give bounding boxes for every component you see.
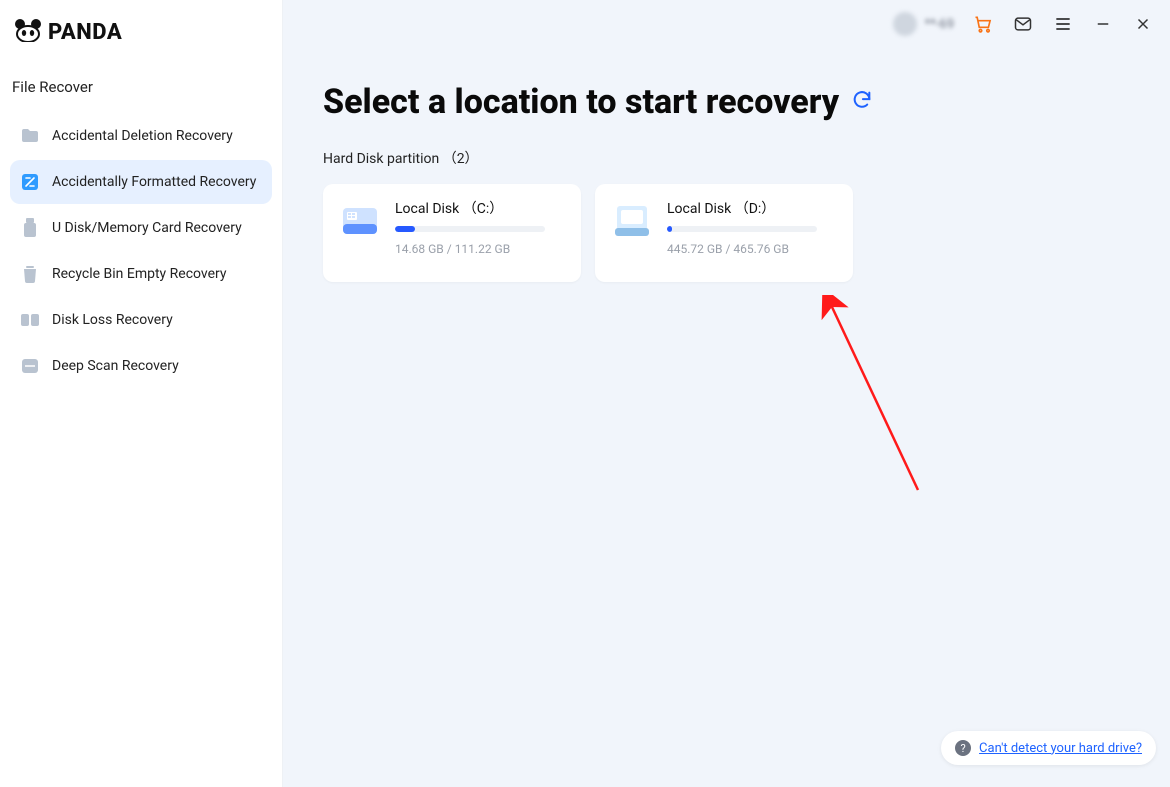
sidebar-item-disk-loss[interactable]: Disk Loss Recovery — [10, 298, 272, 342]
usage-fill — [667, 226, 672, 232]
sidebar-item-usb-recovery[interactable]: U Disk/Memory Card Recovery — [10, 206, 272, 250]
drive-icon — [611, 200, 653, 242]
avatar — [893, 12, 917, 36]
folder-icon — [20, 126, 40, 146]
partition-name: Local Disk （D:） — [667, 198, 837, 218]
sidebar-item-label: Disk Loss Recovery — [52, 312, 173, 328]
mail-icon[interactable] — [1012, 13, 1034, 35]
partition-name: Local Disk （C:） — [395, 198, 565, 218]
scan-icon — [20, 356, 40, 376]
brand-name: PANDA — [48, 20, 122, 45]
sidebar-nav: Accidental Deletion Recovery Accidentall… — [10, 114, 272, 388]
cart-icon[interactable] — [972, 13, 994, 35]
sidebar-item-formatted-recovery[interactable]: Accidentally Formatted Recovery — [10, 160, 272, 204]
sidebar-item-deep-scan[interactable]: Deep Scan Recovery — [10, 344, 272, 388]
help-link[interactable]: Can't detect your hard drive? — [979, 741, 1142, 756]
partition-card-d[interactable]: Local Disk （D:） 445.72 GB / 465.76 GB — [595, 184, 853, 282]
sidebar-item-label: U Disk/Memory Card Recovery — [52, 220, 242, 236]
total-size: 111.22 GB — [455, 242, 511, 256]
format-icon — [20, 172, 40, 192]
sidebar-item-recycle-bin[interactable]: Recycle Bin Empty Recovery — [10, 252, 272, 296]
minimize-button[interactable] — [1092, 13, 1114, 35]
usage-bar — [395, 226, 545, 232]
sidebar-item-label: Recycle Bin Empty Recovery — [52, 266, 227, 282]
usage-bar — [667, 226, 817, 232]
total-size: 465.76 GB — [733, 242, 789, 256]
app-root: PANDA File Recover Accidental Deletion R… — [0, 0, 1170, 787]
trash-icon — [20, 264, 40, 284]
usage-fill — [395, 226, 415, 232]
sidebar-item-accidental-deletion[interactable]: Accidental Deletion Recovery — [10, 114, 272, 158]
sidebar-item-label: Accidental Deletion Recovery — [52, 128, 233, 144]
card-body: Local Disk （D:） 445.72 GB / 465.76 GB — [667, 198, 837, 256]
close-button[interactable] — [1132, 13, 1154, 35]
sidebar-section-title: File Recover — [12, 78, 272, 96]
used-size: 14.68 GB — [395, 242, 444, 256]
sidebar: PANDA File Recover Accidental Deletion R… — [0, 0, 283, 787]
panda-icon — [14, 18, 42, 46]
page-title: Select a location to start recovery — [323, 82, 839, 122]
help-pill[interactable]: ? Can't detect your hard drive? — [941, 731, 1156, 765]
used-size: 445.72 GB — [667, 242, 723, 256]
sidebar-item-label: Accidentally Formatted Recovery — [52, 174, 256, 190]
help-icon: ? — [955, 740, 971, 756]
partition-usage: 445.72 GB / 465.76 GB — [667, 242, 837, 256]
partition-cards: Local Disk （C:） 14.68 GB / 111.22 GB — [323, 184, 1130, 282]
partition-subheading: Hard Disk partition （2） — [323, 148, 1130, 168]
partition-usage: 14.68 GB / 111.22 GB — [395, 242, 565, 256]
card-body: Local Disk （C:） 14.68 GB / 111.22 GB — [395, 198, 565, 256]
disk-icon — [20, 310, 40, 330]
user-badge[interactable]: **-69 — [893, 12, 954, 36]
heading-row: Select a location to start recovery — [323, 82, 1130, 122]
content: Select a location to start recovery Hard… — [283, 48, 1170, 282]
refresh-icon[interactable] — [851, 89, 873, 115]
partition-card-c[interactable]: Local Disk （C:） 14.68 GB / 111.22 GB — [323, 184, 581, 282]
drive-icon — [339, 200, 381, 242]
menu-icon[interactable] — [1052, 13, 1074, 35]
usb-icon — [20, 218, 40, 238]
sidebar-item-label: Deep Scan Recovery — [52, 358, 179, 374]
titlebar: **-69 — [283, 0, 1170, 48]
annotation-arrow — [818, 295, 958, 505]
brand-logo: PANDA — [10, 12, 272, 74]
user-id: **-69 — [925, 17, 954, 32]
main-panel: **-69 Select a location to start recover… — [283, 0, 1170, 787]
